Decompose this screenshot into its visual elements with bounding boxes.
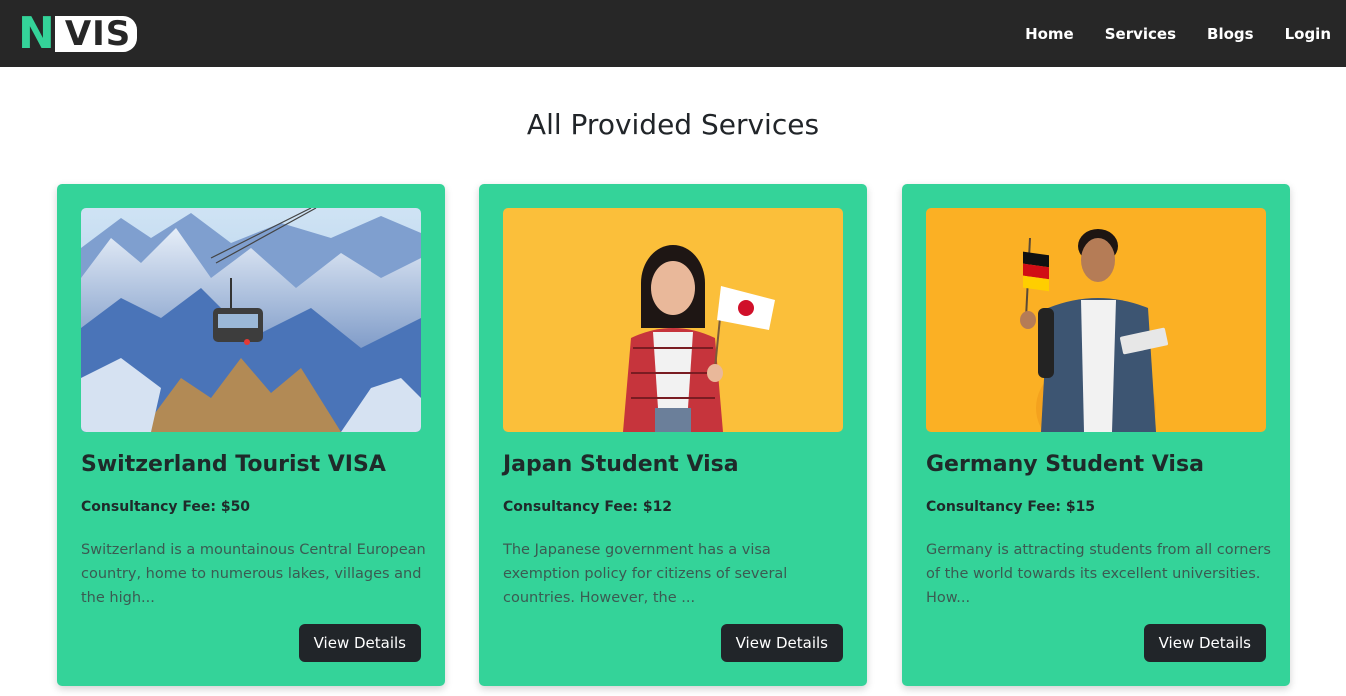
view-details-button[interactable]: View Details [298,624,421,662]
service-title: Japan Student Visa [503,452,739,477]
logo-text: VIS [54,15,138,52]
nav-home[interactable]: Home [1025,25,1074,43]
japan-image [503,208,843,432]
navbar: N VIS Home Services Blogs Login [0,0,1346,67]
service-fee: Consultancy Fee: $50 [81,499,251,515]
logo-letter-n: N [18,7,55,59]
service-description: Switzerland is a mountainous Central Eur… [81,542,426,606]
service-card-switzerland: Switzerland Tourist VISA Consultancy Fee… [57,184,445,686]
service-description: Germany is attracting students from all … [926,542,1271,606]
service-title: Germany Student Visa [926,452,1204,477]
service-card-germany: Germany Student Visa Consultancy Fee: $1… [902,184,1290,686]
nav-blogs[interactable]: Blogs [1207,25,1254,43]
service-fee: Consultancy Fee: $15 [926,499,1096,515]
brand-logo[interactable]: N VIS [18,7,138,59]
switzerland-image [81,208,421,432]
service-fee: Consultancy Fee: $12 [503,499,673,515]
nav-login[interactable]: Login [1285,25,1331,43]
service-title: Switzerland Tourist VISA [81,452,386,477]
page-title: All Provided Services [526,108,820,141]
nav-links: Home Services Blogs Login [994,25,1331,43]
service-description: The Japanese government has a visa exemp… [503,542,788,606]
view-details-button[interactable]: View Details [720,624,843,662]
service-card-japan: Japan Student Visa Consultancy Fee: $12 … [479,184,867,686]
germany-image [926,208,1266,432]
nav-services[interactable]: Services [1105,25,1176,43]
view-details-button[interactable]: View Details [1143,624,1266,662]
